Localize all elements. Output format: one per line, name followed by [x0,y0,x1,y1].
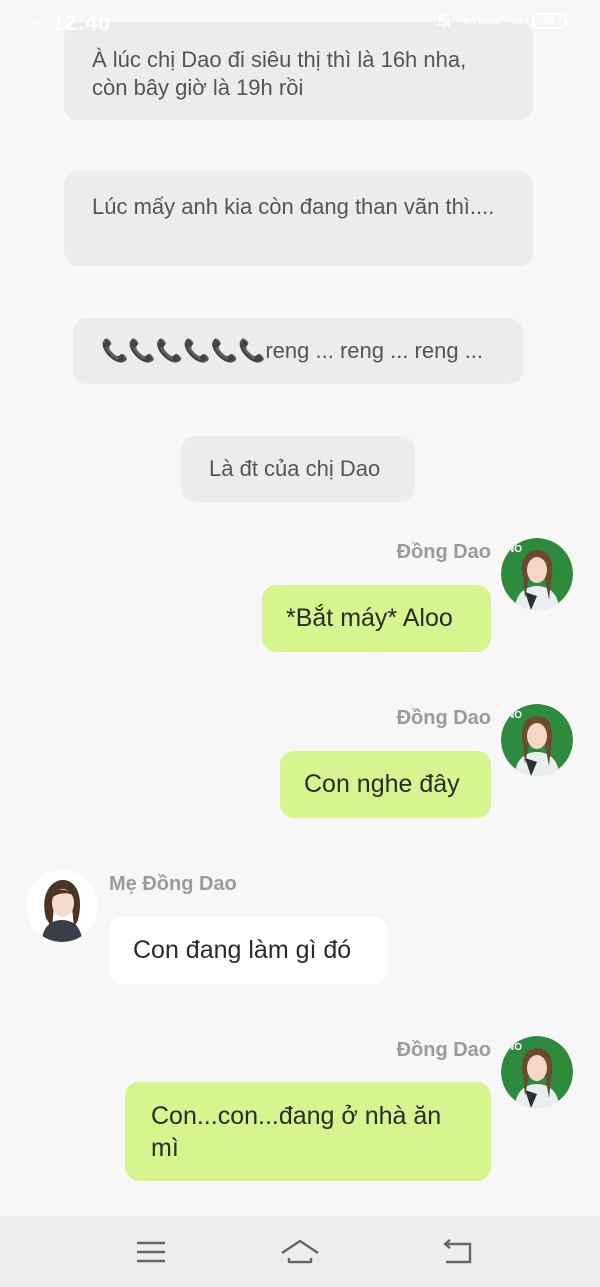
signal-icon: 4G [32,17,45,28]
sender-name: Mẹ Đồng Dao [109,873,237,895]
avatar[interactable]: NO [501,704,573,776]
battery-level: 58 [543,15,555,27]
status-bar: 4G 12:40 3.4 KB/S 4G 58 [0,0,600,46]
avatar-dong-dao-icon: NO [501,538,573,610]
narration-bubble: Lúc mấy anh kia còn đang than vãn thì...… [64,171,533,266]
avatar-me-dong-dao-icon [26,870,98,942]
message-bubble: Con nghe đây [280,751,491,818]
avatar[interactable] [26,870,98,942]
navigation-bar [0,1216,600,1287]
menu-button[interactable] [131,1236,171,1268]
signal-text: 4G [32,17,45,28]
sender-name: Đồng Dao [396,541,491,563]
message-bubble: Con...con...đang ở nhà ăn mì [125,1082,491,1181]
menu-icon [137,1241,165,1263]
home-button[interactable] [280,1236,320,1268]
battery-icon: 58 [532,13,569,29]
net-type: 4G [509,15,522,26]
svg-text:NO: NO [507,544,522,555]
avatar[interactable]: NO [501,1036,573,1108]
narration-bubble: Là đt của chị Dao [181,436,415,502]
clock: 12:40 [52,10,111,35]
net-speed: 3.4 KB/S [463,15,500,26]
message-bubble: *Bắt máy* Aloo [262,585,491,652]
mute-bell-icon [436,13,452,29]
message-bubble: Con đang làm gì đó [109,917,388,984]
home-icon [281,1239,319,1264]
avatar-dong-dao-icon: NO [501,704,573,776]
back-icon [443,1239,472,1264]
avatar-dong-dao-icon: NO [501,1036,573,1108]
avatar[interactable]: NO [501,538,573,610]
svg-text:NO: NO [507,1042,522,1053]
svg-text:NO: NO [507,710,522,721]
sender-name: Đồng Dao [396,1039,491,1061]
back-button[interactable] [438,1236,478,1268]
status-right: 3.4 KB/S 4G 58 [435,12,569,30]
status-left: 4G 12:40 [32,10,111,36]
narration-bubble: 📞📞📞📞📞📞reng ... reng ... reng ... [73,318,523,384]
sender-name: Đồng Dao [396,707,491,729]
